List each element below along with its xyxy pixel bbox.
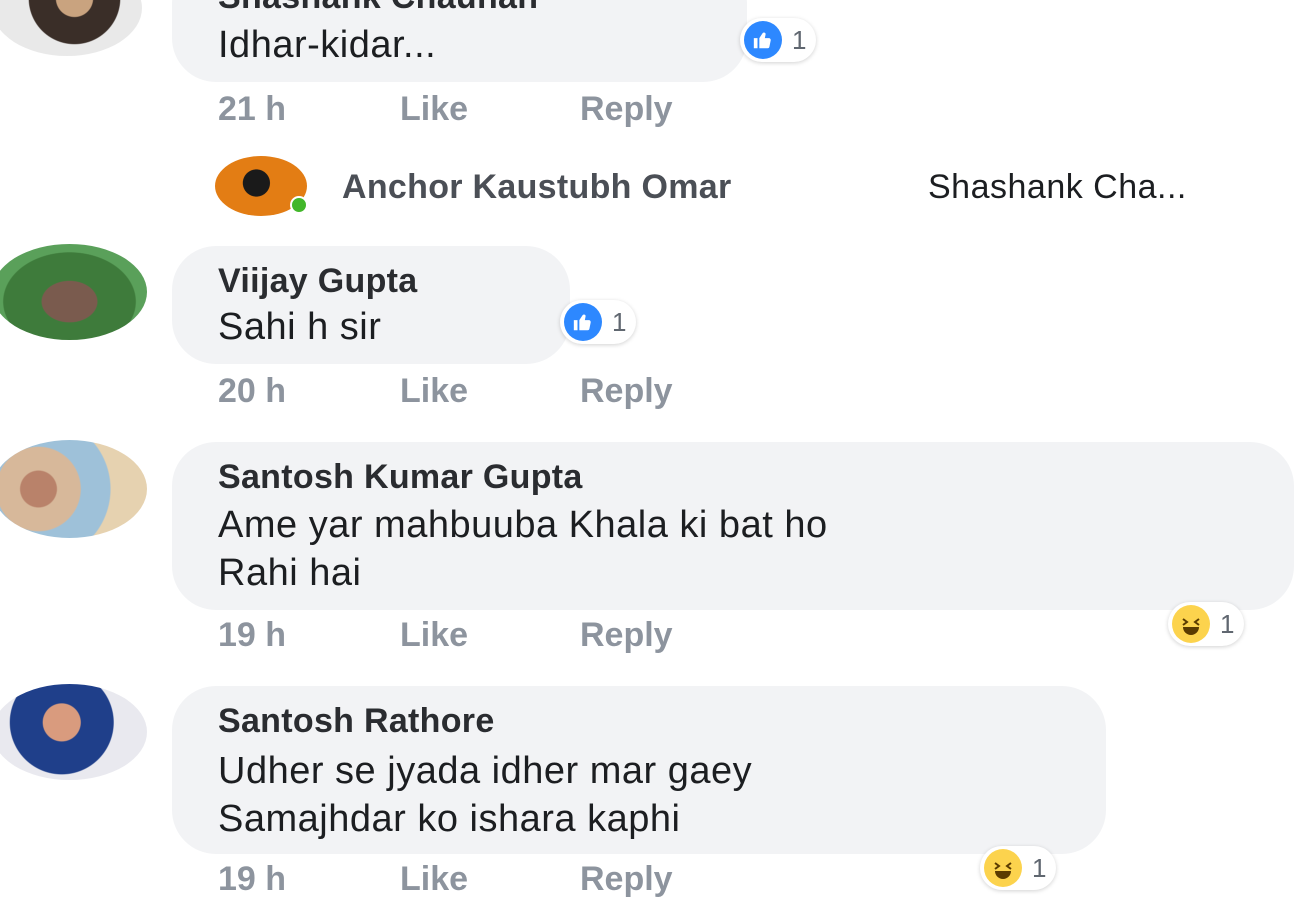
reaction-number: 1: [1220, 608, 1235, 639]
reaction-number: 1: [612, 306, 627, 337]
reply-link[interactable]: Reply: [580, 860, 673, 899]
comment-text-line: Ame yar mahbuuba Khala ki bat ho: [218, 504, 828, 546]
reaction-count[interactable]: 1: [1168, 602, 1245, 646]
comment-author[interactable]: Viijay Gupta: [218, 262, 417, 301]
laughing-emoji-icon: [984, 849, 1022, 887]
reaction-count[interactable]: 1: [560, 300, 637, 344]
avatar[interactable]: [0, 0, 142, 56]
comment-author[interactable]: Shashank Chauhan: [218, 0, 538, 17]
comment-time[interactable]: 19 h: [218, 616, 286, 655]
reply-link[interactable]: Reply: [580, 372, 673, 411]
avatar[interactable]: [0, 684, 147, 780]
comment-time[interactable]: 21 h: [218, 90, 286, 129]
laughing-emoji-icon: [1172, 605, 1210, 643]
like-link[interactable]: Like: [400, 372, 468, 411]
reply-link[interactable]: Reply: [580, 90, 673, 129]
avatar[interactable]: [0, 440, 147, 538]
avatar[interactable]: [0, 244, 147, 340]
reaction-count[interactable]: 1: [980, 846, 1057, 890]
online-status-dot: [290, 196, 308, 214]
comment-text-line: Udher se jyada idher mar gaey: [218, 750, 753, 792]
reaction-count[interactable]: 1: [740, 18, 817, 62]
thumbs-up-icon: [564, 303, 602, 341]
reply-link[interactable]: Reply: [580, 616, 673, 655]
comment-author[interactable]: Santosh Rathore: [218, 702, 495, 741]
like-link[interactable]: Like: [400, 616, 468, 655]
comment-time[interactable]: 19 h: [218, 860, 286, 899]
comment-author[interactable]: Santosh Kumar Gupta: [218, 458, 583, 497]
reply-author[interactable]: Anchor Kaustubh Omar: [342, 168, 731, 207]
reaction-number: 1: [792, 24, 807, 55]
comment-text-line: Samajhdar ko ishara kaphi: [218, 798, 681, 840]
like-link[interactable]: Like: [400, 860, 468, 899]
comment-text: Idhar-kidar...: [218, 24, 437, 66]
comment-time[interactable]: 20 h: [218, 372, 286, 411]
reaction-number: 1: [1032, 852, 1047, 883]
thumbs-up-icon: [744, 21, 782, 59]
like-link[interactable]: Like: [400, 90, 468, 129]
comment-text-line: Rahi hai: [218, 552, 362, 594]
reply-snippet[interactable]: Shashank Cha...: [928, 168, 1187, 207]
comment-text: Sahi h sir: [218, 306, 382, 348]
